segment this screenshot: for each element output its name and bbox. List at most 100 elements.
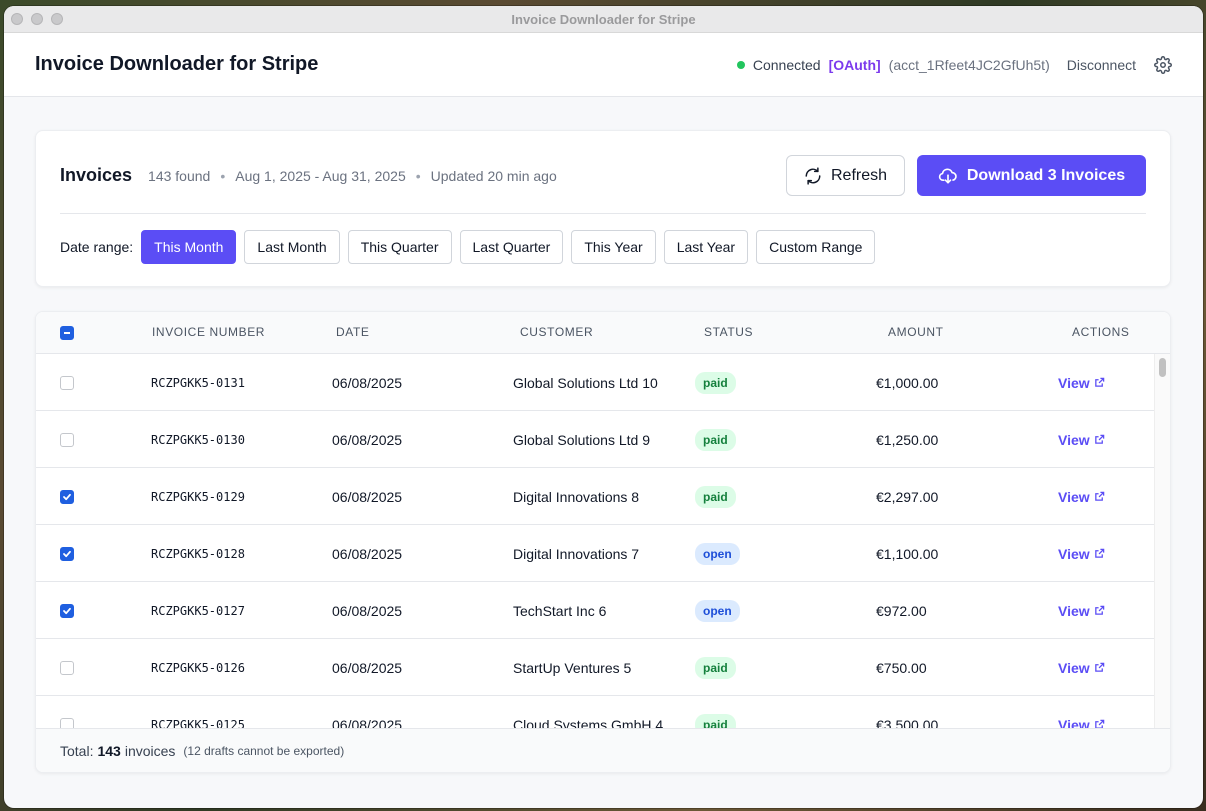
status-badge: open (695, 542, 740, 565)
invoice-amount: €972.00 (876, 602, 927, 619)
row-checkbox[interactable] (60, 546, 74, 561)
status-badge: paid (695, 428, 736, 451)
download-invoices-button[interactable]: Download 3 Invoices (917, 155, 1146, 196)
range-button-this-month[interactable]: This Month (141, 230, 237, 264)
invoice-number: RCZPGKK5-0125 (151, 717, 245, 731)
invoice-number: RCZPGKK5-0131 (151, 375, 245, 390)
invoice-date: 06/08/2025 (332, 716, 403, 731)
view-cell: View (1058, 468, 1105, 525)
date-span: Aug 1, 2025 - Aug 31, 2025 (235, 167, 406, 184)
view-invoice-link[interactable]: View (1058, 489, 1105, 505)
range-button-this-year[interactable]: This Year (571, 230, 656, 264)
row-checkbox-cell (60, 696, 74, 730)
column-status[interactable]: STATUS (704, 325, 753, 339)
view-label: View (1058, 602, 1090, 619)
invoice-date: 06/08/2025 (332, 488, 403, 505)
column-invoice-number[interactable]: INVOICE NUMBER (152, 325, 265, 339)
invoices-title: Invoices (60, 165, 133, 185)
row-checkbox[interactable] (60, 375, 74, 390)
invoices-meta: 143 found • Aug 1, 2025 - Aug 31, 2025 • Upd… (148, 168, 557, 184)
window-title: Invoice Downloader for Stripe (511, 12, 696, 27)
scrollbar-thumb[interactable] (1159, 358, 1166, 377)
drafts-note: (12 drafts cannot be exported) (183, 743, 345, 758)
download-label: Download 3 Invoices (966, 166, 1126, 184)
invoice-amount: €1,250.00 (876, 431, 939, 448)
table-row[interactable]: RCZPGKK5-0126 06/08/2025 StartUp Ventures … (36, 639, 1156, 696)
row-checkbox-cell (60, 411, 74, 468)
row-checkbox-cell (60, 468, 74, 525)
range-button-last-year[interactable]: Last Year (663, 230, 749, 264)
row-checkbox[interactable] (60, 432, 74, 447)
table-scrollbar[interactable] (1154, 354, 1170, 730)
external-link-icon (1094, 375, 1105, 391)
total-suffix: invoices (124, 742, 176, 759)
view-label: View (1058, 659, 1090, 676)
table-body[interactable]: RCZPGKK5-0131 06/08/2025 Global Solutions … (36, 354, 1156, 730)
column-amount[interactable]: AMOUNT (888, 325, 944, 339)
status-cell: paid (695, 696, 736, 730)
invoice-number: RCZPGKK5-0128 (151, 546, 245, 561)
view-cell: View (1058, 696, 1105, 730)
range-button-this-quarter[interactable]: This Quarter (347, 230, 452, 264)
external-link-icon (1094, 432, 1105, 448)
view-cell: View (1058, 354, 1105, 411)
table-row[interactable]: RCZPGKK5-0130 06/08/2025 Global Solutions … (36, 411, 1156, 468)
invoices-panel: Invoices 143 found • Aug 1, 2025 - Aug 31,… (35, 130, 1171, 287)
total-prefix: Total: (60, 742, 94, 759)
customer-name: Global Solutions Ltd 10 (513, 374, 658, 391)
status-badge: paid (695, 371, 736, 394)
date-range-label: Date range: (60, 239, 134, 255)
range-button-custom-range[interactable]: Custom Range (756, 230, 876, 264)
refresh-button[interactable]: Refresh (786, 155, 905, 196)
table-row[interactable]: RCZPGKK5-0128 06/08/2025 Digital Innovatio… (36, 525, 1156, 582)
invoice-amount: €3,500.00 (876, 716, 939, 731)
invoice-number: RCZPGKK5-0126 (151, 660, 245, 675)
cloud-download-icon (938, 167, 957, 183)
row-checkbox[interactable] (60, 489, 74, 504)
view-label: View (1058, 431, 1090, 448)
updated-time: Updated 20 min ago (430, 167, 557, 184)
status-cell: paid (695, 354, 736, 411)
select-all-checkbox[interactable] (60, 326, 74, 340)
table-row[interactable]: RCZPGKK5-0127 06/08/2025 TechStart Inc 6 op… (36, 582, 1156, 639)
range-button-last-month[interactable]: Last Month (244, 230, 340, 264)
status-cell: open (695, 525, 740, 582)
invoice-amount: €1,000.00 (876, 374, 939, 391)
date-range-selector: Date range: This Month Last Month This Qua… (60, 230, 876, 264)
row-checkbox-cell (60, 525, 74, 582)
status-cell: paid (695, 411, 736, 468)
row-checkbox[interactable] (60, 660, 74, 675)
customer-name: Digital Innovations 7 (513, 545, 640, 562)
column-actions: ACTIONS (1072, 325, 1130, 339)
view-cell: View (1058, 525, 1105, 582)
table-row[interactable]: RCZPGKK5-0129 06/08/2025 Digital Innovatio… (36, 468, 1156, 525)
invoice-amount: €2,297.00 (876, 488, 939, 505)
view-invoice-link[interactable]: View (1058, 375, 1105, 391)
table-row[interactable]: RCZPGKK5-0125 06/08/2025 Cloud Systems Gmb… (36, 696, 1156, 730)
customer-name: Digital Innovations 8 (513, 488, 640, 505)
disconnect-button[interactable]: Disconnect (1067, 57, 1136, 73)
app-window: Invoice Downloader for Stripe Invoice Do… (4, 6, 1203, 808)
column-customer[interactable]: CUSTOMER (520, 325, 593, 339)
connection-info: Connected [OAuth] (acct_1Rfeet4JC2GfUh5t… (736, 55, 1172, 74)
column-date[interactable]: DATE (336, 325, 370, 339)
table-row[interactable]: RCZPGKK5-0131 06/08/2025 Global Solutions … (36, 354, 1156, 411)
connection-status: Connected (752, 56, 821, 73)
view-invoice-link[interactable]: View (1058, 432, 1105, 448)
meta-separator: • (415, 167, 421, 184)
view-invoice-link[interactable]: View (1058, 660, 1105, 676)
view-invoice-link[interactable]: View (1058, 546, 1105, 562)
view-invoice-link[interactable]: View (1058, 603, 1105, 619)
view-label: View (1058, 488, 1090, 505)
row-checkbox-cell (60, 639, 74, 696)
range-button-last-quarter[interactable]: Last Quarter (459, 230, 564, 264)
refresh-label: Refresh (830, 166, 888, 184)
invoice-number: RCZPGKK5-0129 (151, 489, 245, 504)
view-cell: View (1058, 582, 1105, 639)
row-checkbox[interactable] (60, 603, 74, 618)
status-badge: paid (695, 656, 736, 679)
invoices-table: INVOICE NUMBER DATE CUSTOMER STATUS AMOU… (35, 311, 1171, 773)
external-link-icon (1094, 546, 1105, 562)
customer-name: Global Solutions Ltd 9 (513, 431, 650, 448)
gear-icon[interactable] (1154, 55, 1172, 74)
